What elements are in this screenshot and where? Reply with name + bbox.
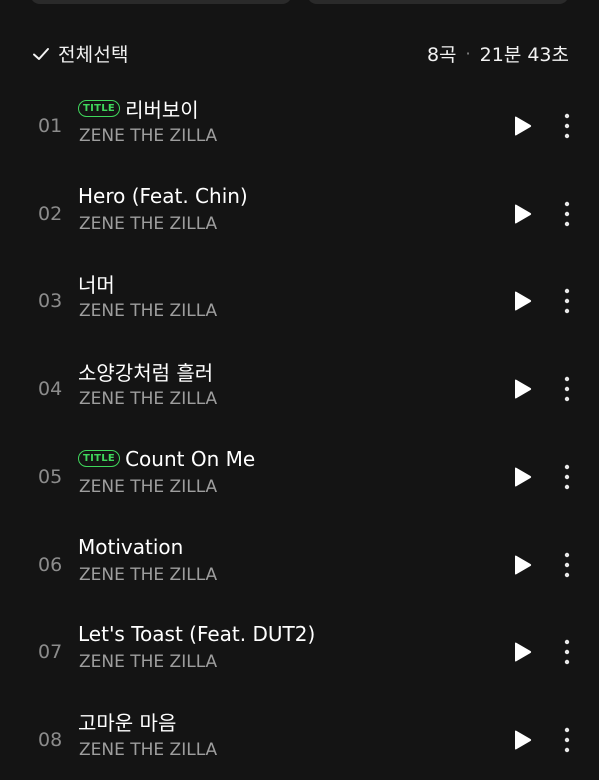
- track-title[interactable]: Let's Toast (Feat. DUT2): [78, 622, 315, 646]
- track-row[interactable]: 06 Motivation ZENE THE ZILLA: [0, 525, 599, 605]
- track-row[interactable]: 04 소양강처럼 흘러 ZENE THE ZILLA: [0, 349, 599, 429]
- track-number: 04: [38, 378, 63, 401]
- track-title[interactable]: Hero (Feat. Chin): [78, 184, 248, 208]
- track-title-line: Hero (Feat. Chin): [78, 180, 248, 212]
- track-title-line: 소양강처럼 흘러: [78, 355, 213, 387]
- more-vertical-icon[interactable]: [561, 638, 573, 666]
- track-title[interactable]: Motivation: [78, 535, 183, 559]
- more-vertical-icon[interactable]: [561, 463, 573, 491]
- play-icon[interactable]: [511, 466, 533, 488]
- track-number: 07: [38, 641, 63, 664]
- track-artist[interactable]: ZENE THE ZILLA: [79, 389, 217, 409]
- more-vertical-icon[interactable]: [561, 200, 573, 228]
- track-number: 03: [38, 290, 63, 313]
- track-title-line: 고마운 마음: [78, 706, 176, 738]
- more-vertical-icon[interactable]: [561, 726, 573, 754]
- track-artist[interactable]: ZENE THE ZILLA: [79, 477, 217, 497]
- track-number: 05: [38, 465, 63, 488]
- track-number: 08: [38, 728, 63, 751]
- top-left-button[interactable]: [30, 0, 292, 4]
- more-vertical-icon[interactable]: [561, 112, 573, 140]
- play-icon[interactable]: [511, 554, 533, 576]
- play-icon[interactable]: [511, 115, 533, 137]
- select-all-label: 전체선택: [58, 44, 129, 66]
- track-row[interactable]: 08 고마운 마음 ZENE THE ZILLA: [0, 700, 599, 780]
- title-track-badge: TITLE: [78, 99, 121, 117]
- top-right-button[interactable]: [307, 0, 569, 4]
- track-title-line: Motivation: [78, 531, 183, 563]
- track-artist[interactable]: ZENE THE ZILLA: [79, 740, 217, 760]
- track-title-line: 너머: [78, 267, 115, 299]
- track-title[interactable]: 너머: [78, 269, 115, 298]
- track-row[interactable]: 05 TITLE Count On Me ZENE THE ZILLA: [0, 437, 599, 517]
- check-icon: [33, 47, 49, 60]
- select-all-toggle[interactable]: 전체선택: [32, 40, 129, 67]
- track-artist[interactable]: ZENE THE ZILLA: [79, 214, 217, 234]
- tracklist-summary: 8곡 · 21분 43초: [427, 40, 569, 67]
- track-title-line: TITLE 리버보이: [78, 92, 199, 124]
- track-artist[interactable]: ZENE THE ZILLA: [79, 565, 217, 585]
- tracklist-header: 전체선택 8곡 · 21분 43초: [0, 36, 599, 72]
- track-row[interactable]: 03 너머 ZENE THE ZILLA: [0, 261, 599, 341]
- play-icon[interactable]: [511, 290, 533, 312]
- track-title-line: TITLE Count On Me: [78, 443, 255, 475]
- track-artist[interactable]: ZENE THE ZILLA: [79, 652, 217, 672]
- track-number: 01: [38, 115, 63, 137]
- track-number: 02: [38, 202, 63, 225]
- more-vertical-icon[interactable]: [561, 551, 573, 579]
- track-title[interactable]: 리버보이: [125, 94, 199, 123]
- track-row[interactable]: 02 Hero (Feat. Chin) ZENE THE ZILLA: [0, 174, 599, 254]
- total-duration: 21분 43초: [479, 44, 569, 66]
- more-vertical-icon[interactable]: [561, 287, 573, 315]
- play-icon[interactable]: [511, 203, 533, 225]
- track-title[interactable]: 소양강처럼 흘러: [78, 357, 213, 386]
- track-title[interactable]: 고마운 마음: [78, 707, 176, 736]
- track-row[interactable]: 07 Let's Toast (Feat. DUT2) ZENE THE ZILLA: [0, 612, 599, 692]
- track-count: 8곡: [426, 44, 457, 66]
- track-title-line: Let's Toast (Feat. DUT2): [78, 618, 315, 650]
- play-icon[interactable]: [511, 641, 533, 663]
- play-icon[interactable]: [511, 378, 533, 400]
- more-vertical-icon[interactable]: [561, 375, 573, 403]
- track-title[interactable]: Count On Me: [125, 447, 255, 471]
- title-track-badge: TITLE: [78, 450, 121, 468]
- summary-separator: ·: [465, 44, 471, 63]
- track-number: 06: [38, 553, 63, 576]
- track-row[interactable]: 01 TITLE 리버보이 ZENE THE ZILLA: [0, 86, 599, 166]
- track-artist[interactable]: ZENE THE ZILLA: [79, 126, 217, 146]
- track-artist[interactable]: ZENE THE ZILLA: [79, 301, 217, 321]
- play-icon[interactable]: [511, 729, 533, 751]
